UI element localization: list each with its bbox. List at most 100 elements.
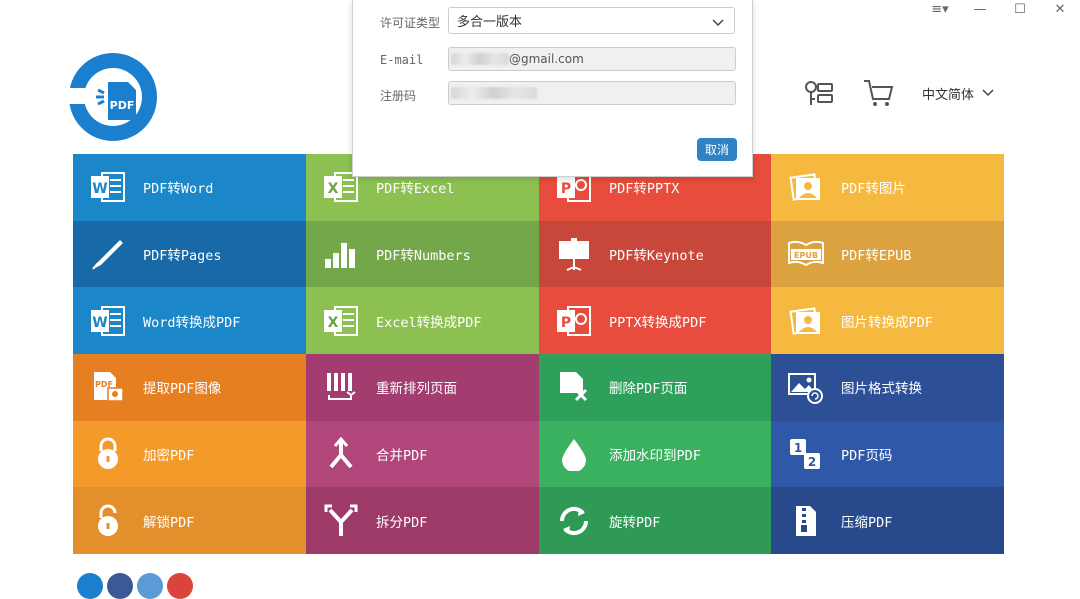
- tool-tile[interactable]: PDF转Pages: [73, 220, 306, 288]
- extract-image-icon: PDF: [73, 370, 143, 404]
- powerpoint-icon: P: [539, 304, 609, 338]
- tool-tile-label: Word转换成PDF: [143, 314, 241, 331]
- tool-tile[interactable]: PDF转图片: [771, 154, 1004, 221]
- tool-tile[interactable]: 图片格式转换: [771, 353, 1004, 421]
- tool-tile-label: 删除PDF页面: [609, 381, 688, 398]
- page-number-icon: 12: [771, 437, 841, 471]
- social-icon[interactable]: [77, 573, 103, 599]
- tool-tile[interactable]: W Word转换成PDF: [73, 287, 306, 354]
- svg-text:W: W: [92, 315, 107, 331]
- tool-tile[interactable]: PDF转Keynote: [539, 220, 771, 288]
- minimize-button[interactable]: —: [960, 2, 1000, 17]
- word-icon: W: [73, 170, 143, 204]
- svg-text:EPUB: EPUB: [794, 251, 818, 260]
- facebook-icon[interactable]: [107, 573, 133, 599]
- tool-tile-label: 重新排列页面: [376, 381, 457, 398]
- redacted-email: [451, 53, 509, 65]
- epub-icon: EPUB: [771, 237, 841, 271]
- tool-tile-label: PDF转Keynote: [609, 247, 704, 264]
- tool-tile[interactable]: 拆分PDF: [306, 487, 539, 554]
- image-convert-icon: [771, 370, 841, 405]
- svg-text:X: X: [328, 181, 339, 197]
- tool-tile[interactable]: 合并PDF: [306, 420, 539, 488]
- svg-text:PDF: PDF: [110, 99, 135, 112]
- tool-tile-label: PDF转图片: [841, 181, 906, 198]
- zip-icon: [771, 504, 841, 538]
- unlock-icon: [73, 504, 143, 538]
- language-selector[interactable]: 中文简体: [922, 84, 994, 103]
- tool-tile-label: 解锁PDF: [143, 514, 195, 531]
- tool-tile[interactable]: EPUB PDF转EPUB: [771, 220, 1004, 288]
- license-dialog: 许可证类型 多合一版本 E-mail @gmail.com 注册码 取消: [352, 0, 753, 177]
- tool-tile-label: PDF转PPTX: [609, 181, 680, 198]
- registration-code-label: 注册码: [380, 89, 417, 103]
- cart-icon[interactable]: [862, 78, 894, 112]
- merge-icon: [306, 436, 376, 471]
- tool-tile[interactable]: PDF 提取PDF图像: [73, 353, 306, 421]
- key-icon[interactable]: [804, 79, 834, 111]
- tool-tile[interactable]: PDF转Numbers: [306, 220, 539, 288]
- lock-icon: [73, 437, 143, 471]
- rotate-icon: [539, 504, 609, 538]
- chevron-down-icon: [982, 86, 994, 101]
- tool-tile-label: Excel转换成PDF: [376, 314, 482, 331]
- registration-code-field[interactable]: [448, 81, 736, 105]
- tool-tile[interactable]: 添加水印到PDF: [539, 420, 771, 488]
- svg-text:X: X: [328, 315, 339, 331]
- header-actions: [804, 78, 894, 112]
- tool-tile[interactable]: 1 2 PDF页码: [771, 420, 1004, 488]
- tool-tile-label: PDF转Numbers: [376, 247, 471, 264]
- chevron-down-icon: [712, 16, 724, 31]
- tool-tile-label: 图片转换成PDF: [841, 314, 933, 331]
- svg-text:P: P: [561, 315, 571, 331]
- tool-tile-label: PDF转Excel: [376, 181, 455, 198]
- excel-icon: X: [306, 304, 376, 338]
- tool-tile-label: 压缩PDF: [841, 514, 893, 531]
- tool-tile-label: 图片格式转换: [841, 381, 922, 398]
- tool-tile[interactable]: 旋转PDF: [539, 487, 771, 554]
- youtube-icon[interactable]: [167, 573, 193, 599]
- tool-tile[interactable]: 重新排列页面: [306, 353, 539, 421]
- tool-tile[interactable]: 图片转换成PDF: [771, 287, 1004, 354]
- tool-tile-label: PDF页码: [841, 447, 893, 464]
- twitter-icon[interactable]: [137, 573, 163, 599]
- tool-tile[interactable]: 加密PDF: [73, 420, 306, 488]
- rearrange-icon: [306, 370, 376, 404]
- word-icon: W: [73, 304, 143, 338]
- license-type-value: 多合一版本: [457, 15, 523, 30]
- tool-tile-label: 添加水印到PDF: [609, 447, 701, 464]
- tool-tile[interactable]: 压缩PDF: [771, 487, 1004, 554]
- tool-tile-label: 加密PDF: [143, 447, 195, 464]
- bar-chart-icon: [306, 237, 376, 271]
- window-controls: ≡▾ — ☐ ✕: [920, 0, 1080, 18]
- maximize-button[interactable]: ☐: [1000, 2, 1040, 17]
- license-type-select[interactable]: 多合一版本: [448, 7, 735, 34]
- svg-text:2: 2: [808, 455, 816, 469]
- tool-tile[interactable]: W PDF转Word: [73, 154, 306, 221]
- close-button[interactable]: ✕: [1040, 2, 1080, 17]
- tool-tile-label: PDF转Pages: [143, 247, 222, 264]
- cancel-button[interactable]: 取消: [697, 138, 737, 161]
- svg-text:P: P: [561, 181, 571, 197]
- image-icon: [771, 170, 841, 204]
- tool-tile[interactable]: P PPTX转换成PDF: [539, 287, 771, 354]
- menu-icon[interactable]: ≡▾: [920, 2, 960, 17]
- tool-tile[interactable]: 解锁PDF: [73, 487, 306, 554]
- email-field[interactable]: @gmail.com: [448, 47, 736, 71]
- delete-page-icon: [539, 370, 609, 404]
- email-label: E-mail: [380, 53, 424, 67]
- tool-tile[interactable]: 删除PDF页面: [539, 353, 771, 421]
- app-logo: PDF: [68, 52, 158, 142]
- tool-tile[interactable]: X Excel转换成PDF: [306, 287, 539, 354]
- tool-tile-label: 拆分PDF: [376, 514, 428, 531]
- email-domain: @gmail.com: [509, 52, 584, 66]
- redacted-code: [451, 87, 537, 99]
- image-icon: [771, 304, 841, 338]
- svg-text:1: 1: [794, 441, 802, 455]
- pen-icon: [73, 237, 143, 271]
- tool-tile-label: PPTX转换成PDF: [609, 314, 707, 331]
- tool-tile-label: 旋转PDF: [609, 514, 661, 531]
- tool-tile-label: 合并PDF: [376, 447, 428, 464]
- split-icon: [306, 504, 376, 538]
- tool-tile-label: PDF转EPUB: [841, 247, 912, 264]
